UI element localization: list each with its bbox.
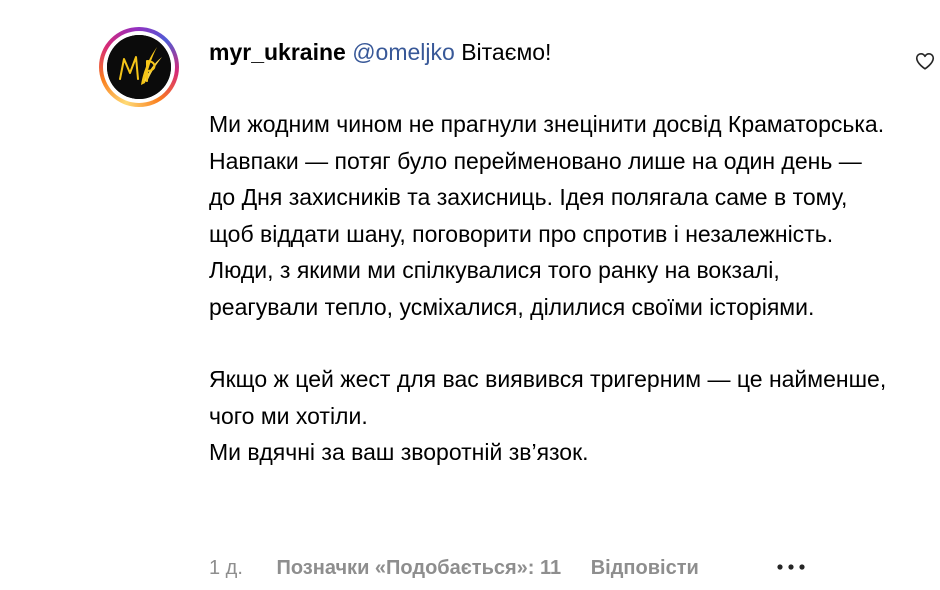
comment-footer: 1 д. Позначки «Подобається»: 11 Відповіс… [209, 554, 699, 582]
username-link[interactable]: myr_ukraine [209, 39, 346, 65]
myr-logo-icon [107, 35, 171, 99]
reply-button[interactable]: Відповісти [591, 554, 699, 582]
more-horizontal-icon[interactable] [774, 555, 810, 579]
comment-body: Ми жодним чином не прагнули знецінити до… [209, 106, 889, 471]
more-options-button [777, 564, 805, 570]
heart-outline-icon[interactable] [914, 50, 936, 72]
comment-paragraph-2-line-2: Ми вдячні за ваш зворотній зв’язок. [209, 439, 589, 465]
comment-paragraph-1: Ми жодним чином не прагнули знецінити до… [209, 111, 885, 320]
comment-timestamp[interactable]: 1 д. [209, 554, 243, 582]
greeting-text: Вітаємо! [461, 39, 552, 65]
comment: myr_ukraine @omeljko Вітаємо! Ми жодним … [0, 0, 940, 590]
likes-count-button[interactable]: Позначки «Подобається»: 11 [276, 554, 561, 582]
comment-paragraph-2-line-1: Якщо ж цей жест для вас виявився тригерн… [209, 366, 887, 429]
mention-link[interactable]: @omeljko [352, 39, 455, 65]
like-button [915, 53, 935, 70]
comment-content: myr_ukraine @omeljko Вітаємо! Ми жодним … [209, 36, 899, 471]
avatar-story-ring[interactable] [99, 27, 179, 107]
comment-headline: myr_ukraine @omeljko Вітаємо! [209, 36, 899, 68]
avatar[interactable] [107, 35, 171, 99]
avatar-ring-gap [103, 31, 175, 103]
